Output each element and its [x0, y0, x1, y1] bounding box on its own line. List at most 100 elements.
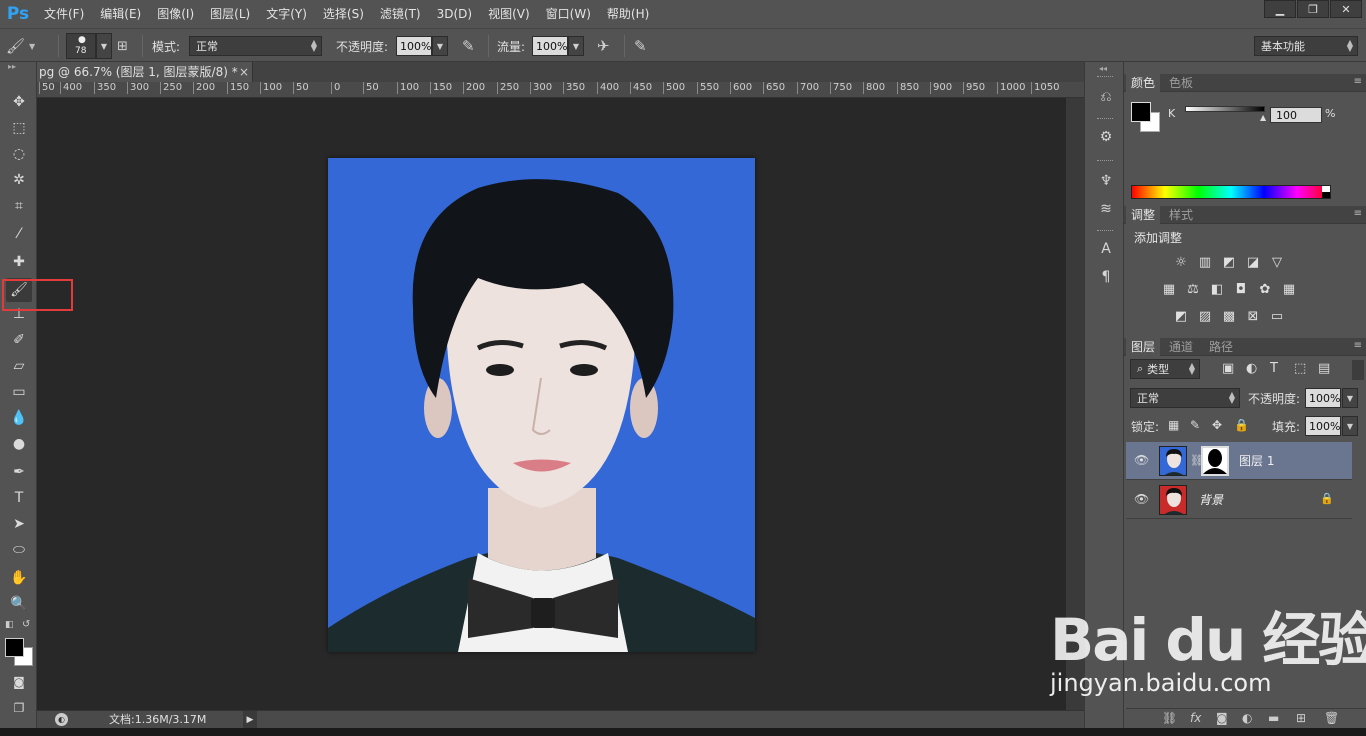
- opacity-input[interactable]: 100%: [396, 36, 432, 56]
- menu-help[interactable]: 帮助(H): [599, 0, 657, 28]
- screen-mode-icon[interactable]: ❐: [6, 696, 32, 720]
- restore-icon[interactable]: ❐: [1297, 0, 1329, 18]
- zoom-tool-icon[interactable]: 🔍: [6, 592, 32, 616]
- k-channel-input[interactable]: 100: [1270, 107, 1322, 123]
- dock-collapse-icon[interactable]: ◂◂: [1099, 64, 1107, 73]
- dodge-tool-icon[interactable]: ●: [6, 432, 32, 456]
- character-panel-icon[interactable]: A: [1095, 238, 1117, 260]
- document-photo[interactable]: [328, 158, 755, 652]
- tab-adjustments[interactable]: 调整: [1126, 206, 1161, 224]
- close-icon[interactable]: ×: [239, 62, 249, 82]
- photo-filter-icon[interactable]: ◘: [1232, 280, 1250, 298]
- healing-brush-tool-icon[interactable]: ✚: [6, 250, 32, 274]
- layer-name[interactable]: 背景: [1199, 481, 1223, 519]
- filter-shape-icon[interactable]: ⬚: [1294, 361, 1306, 376]
- layer-row-layer1[interactable]: 👁 ⛓ 图层 1: [1126, 442, 1352, 480]
- default-colors-icon[interactable]: ◧: [5, 620, 14, 630]
- layer-row-background[interactable]: 👁 背景 🔒: [1126, 481, 1352, 519]
- tab-layers[interactable]: 图层: [1126, 338, 1161, 356]
- blend-mode-dropdown[interactable]: 正常 ▲ ▼: [1130, 388, 1240, 408]
- brush-presets-panel-icon[interactable]: ♆: [1095, 170, 1117, 192]
- hue-icon[interactable]: ▦: [1160, 280, 1178, 298]
- mode-dropdown[interactable]: 正常 ▲ ▼: [189, 36, 322, 56]
- adjustment-layer-icon[interactable]: ◐: [1242, 711, 1252, 725]
- layer-thumbnail[interactable]: [1159, 446, 1187, 476]
- brush-panel-toggle[interactable]: ⊞: [117, 29, 128, 63]
- tab-swatches[interactable]: 色板: [1164, 74, 1198, 92]
- minimize-icon[interactable]: ▁: [1264, 0, 1296, 18]
- lock-transparent-icon[interactable]: ▦: [1168, 418, 1179, 432]
- history-panel-icon[interactable]: ⎌: [1095, 86, 1117, 108]
- tab-color[interactable]: 颜色: [1126, 74, 1161, 92]
- visibility-eye-icon[interactable]: 👁: [1134, 492, 1149, 506]
- fill-input[interactable]: 100%: [1305, 416, 1341, 436]
- panel-menu-icon[interactable]: ≡: [1354, 208, 1362, 219]
- properties-panel-icon[interactable]: ⚙: [1095, 126, 1117, 148]
- workspace-dropdown[interactable]: 基本功能 ▲ ▼: [1254, 36, 1358, 56]
- layer-mask-thumbnail[interactable]: [1201, 446, 1229, 476]
- menu-edit[interactable]: 编辑(E): [92, 0, 149, 28]
- color-spectrum-bar[interactable]: [1131, 185, 1331, 199]
- status-menu-arrow-icon[interactable]: ▶: [243, 711, 257, 729]
- lock-pixels-icon[interactable]: ✎: [1190, 418, 1200, 432]
- layer-thumbnail[interactable]: [1159, 485, 1187, 515]
- brush-size-picker[interactable]: ● 78 ▼: [66, 29, 112, 63]
- color-panel-foreground[interactable]: [1131, 102, 1151, 122]
- type-tool-icon[interactable]: T: [6, 486, 32, 510]
- slider-thumb-icon[interactable]: ▲: [1260, 113, 1266, 122]
- levels-icon[interactable]: ▥: [1196, 253, 1214, 271]
- filter-adjustment-icon[interactable]: ◐: [1246, 361, 1257, 376]
- brush-tool-preset[interactable]: 🖌 ▼: [6, 29, 35, 63]
- magic-wand-tool-icon[interactable]: ✲: [6, 168, 32, 192]
- eyedropper-tool-icon[interactable]: ⁄: [6, 222, 32, 246]
- gradient-map-icon[interactable]: ▭: [1268, 307, 1286, 325]
- chevron-down-icon[interactable]: ▼: [432, 36, 448, 56]
- menu-window[interactable]: 窗口(W): [538, 0, 599, 28]
- visibility-eye-icon[interactable]: 👁: [1134, 453, 1149, 467]
- filter-smart-object-icon[interactable]: ▤: [1318, 361, 1330, 376]
- toolbox-collapse-icon[interactable]: ▸▸: [0, 62, 36, 72]
- menu-3d[interactable]: 3D(D): [429, 0, 480, 28]
- marquee-tool-icon[interactable]: ⬚: [6, 116, 32, 140]
- lock-all-icon[interactable]: 🔒: [1234, 418, 1249, 432]
- lasso-tool-icon[interactable]: ◌: [6, 142, 32, 166]
- paragraph-panel-icon[interactable]: ¶: [1095, 266, 1117, 288]
- gradient-tool-icon[interactable]: ▭: [6, 380, 32, 404]
- filter-pixel-icon[interactable]: ▣: [1222, 361, 1234, 376]
- menu-view[interactable]: 视图(V): [480, 0, 538, 28]
- crop-tool-icon[interactable]: ⌗: [6, 194, 32, 218]
- color-lookup-icon[interactable]: ▦: [1280, 280, 1298, 298]
- blur-tool-icon[interactable]: 💧: [6, 406, 32, 430]
- hand-tool-icon[interactable]: ✋: [6, 566, 32, 590]
- bw-icon[interactable]: ◧: [1208, 280, 1226, 298]
- add-mask-icon[interactable]: ◙: [1216, 711, 1228, 725]
- pressure-opacity-toggle[interactable]: ✎: [462, 29, 475, 63]
- panel-menu-icon[interactable]: ≡: [1354, 76, 1362, 87]
- fx-icon[interactable]: fx: [1190, 711, 1201, 725]
- flow-input[interactable]: 100%: [532, 36, 568, 56]
- chevron-down-icon[interactable]: ▼: [1342, 416, 1358, 436]
- menu-image[interactable]: 图像(I): [149, 0, 202, 28]
- document-tab[interactable]: pg @ 66.7% (图层 1, 图层蒙版/8) * ×: [37, 62, 253, 82]
- invert-icon[interactable]: ◩: [1172, 307, 1190, 325]
- posterize-icon[interactable]: ▨: [1196, 307, 1214, 325]
- brush-settings-panel-icon[interactable]: ≋: [1095, 198, 1117, 220]
- layer-name[interactable]: 图层 1: [1239, 442, 1274, 480]
- brightness-icon[interactable]: ☼: [1172, 253, 1190, 271]
- menu-filter[interactable]: 滤镜(T): [372, 0, 429, 28]
- foreground-color-swatch[interactable]: [5, 638, 24, 657]
- menu-select[interactable]: 选择(S): [315, 0, 372, 28]
- pressure-size-toggle[interactable]: ✎: [634, 29, 647, 63]
- exposure-icon[interactable]: ◪: [1244, 253, 1262, 271]
- layer-filter-dropdown[interactable]: ⌕ 类型 ▲ ▼: [1130, 359, 1200, 379]
- pen-tool-icon[interactable]: ✒: [6, 460, 32, 484]
- tab-styles[interactable]: 样式: [1164, 206, 1198, 224]
- group-folder-icon[interactable]: ▬: [1268, 711, 1279, 725]
- link-layers-icon[interactable]: ⛓: [1162, 711, 1177, 725]
- lock-position-icon[interactable]: ✥: [1212, 418, 1222, 432]
- layer-opacity-input[interactable]: 100%: [1305, 388, 1341, 408]
- menu-file[interactable]: 文件(F): [36, 0, 92, 28]
- threshold-icon[interactable]: ▩: [1220, 307, 1238, 325]
- airbrush-toggle[interactable]: ✈: [597, 29, 610, 63]
- k-channel-slider[interactable]: [1185, 106, 1265, 112]
